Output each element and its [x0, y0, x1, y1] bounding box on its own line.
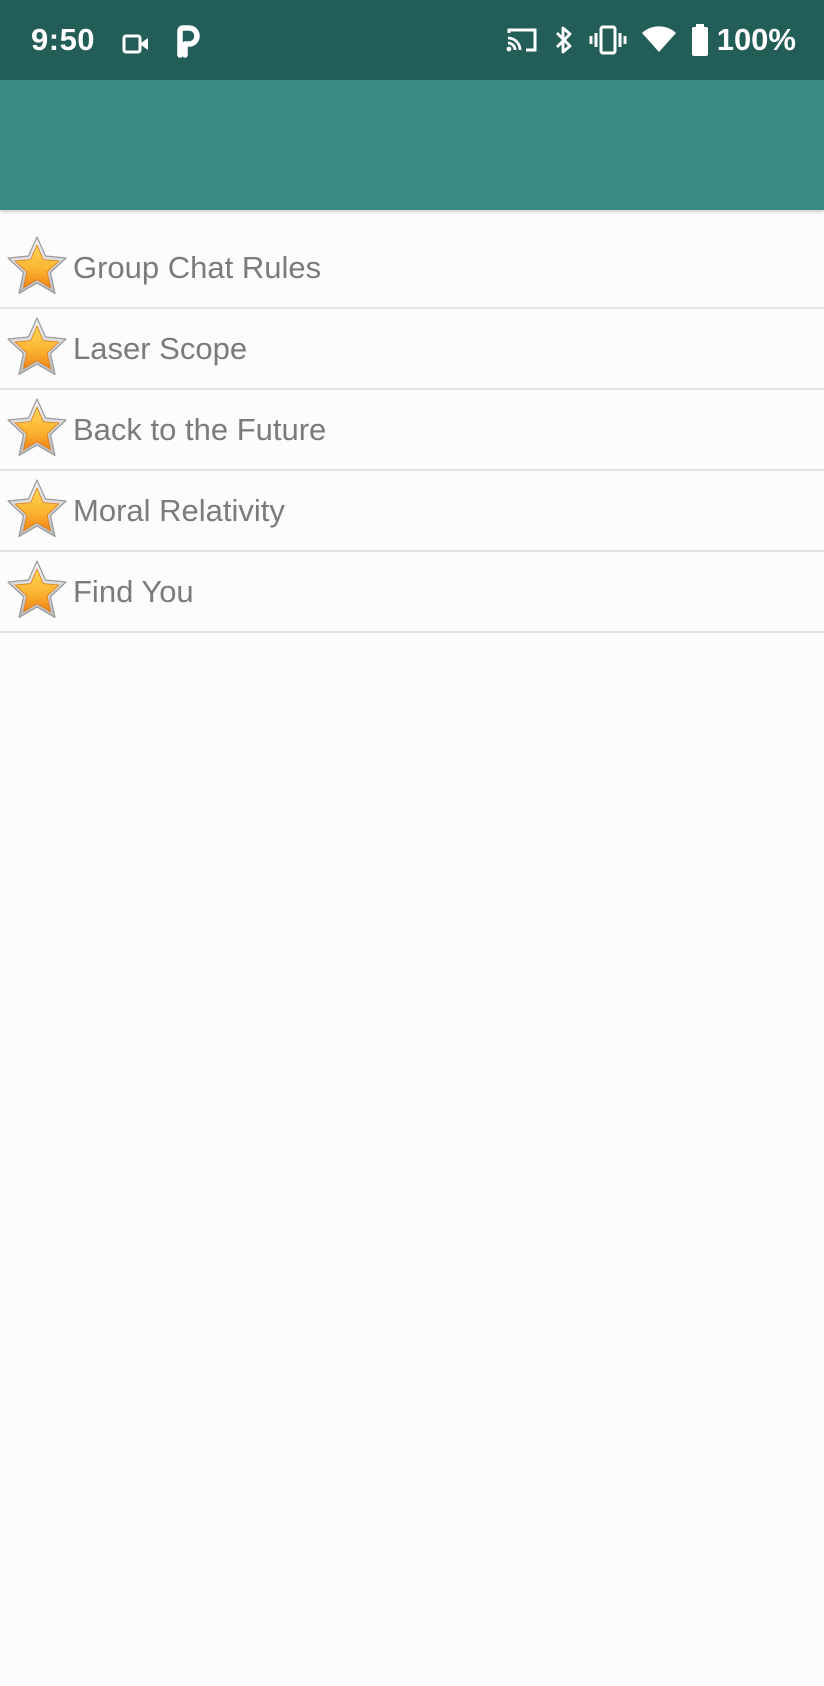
- list-item-label: Group Chat Rules: [73, 250, 322, 285]
- list-item[interactable]: Moral Relativity: [0, 471, 824, 552]
- bluetooth-icon: [555, 26, 572, 54]
- status-time: 9:50: [31, 22, 96, 57]
- video-camera-icon: [122, 34, 148, 54]
- star-icon: [5, 316, 69, 380]
- cast-icon: [506, 28, 537, 52]
- song-list: Group Chat Rules Laser Scope Back to the…: [0, 228, 824, 633]
- list-item-label: Laser Scope: [73, 331, 248, 366]
- star-icon: [5, 397, 69, 461]
- battery-icon: [691, 24, 708, 56]
- star-icon: [5, 235, 69, 299]
- list-item[interactable]: Group Chat Rules: [0, 228, 824, 309]
- status-icons: 100%: [505, 22, 796, 58]
- status-bar: 9:50 100%: [0, 0, 824, 80]
- list-item[interactable]: Laser Scope: [0, 309, 824, 390]
- list-item[interactable]: Back to the Future: [0, 390, 824, 471]
- vibrate-icon: [589, 25, 627, 55]
- app-bar: [0, 80, 824, 210]
- list-item[interactable]: Find You: [0, 552, 824, 633]
- list-item-label: Find You: [73, 574, 194, 609]
- list-item-label: Back to the Future: [73, 412, 327, 447]
- battery-percentage: 100%: [716, 22, 796, 57]
- star-icon: [5, 559, 69, 623]
- wifi-icon: [641, 26, 676, 52]
- star-icon: [5, 478, 69, 542]
- parking-icon: [177, 25, 200, 58]
- list-item-label: Moral Relativity: [73, 493, 285, 528]
